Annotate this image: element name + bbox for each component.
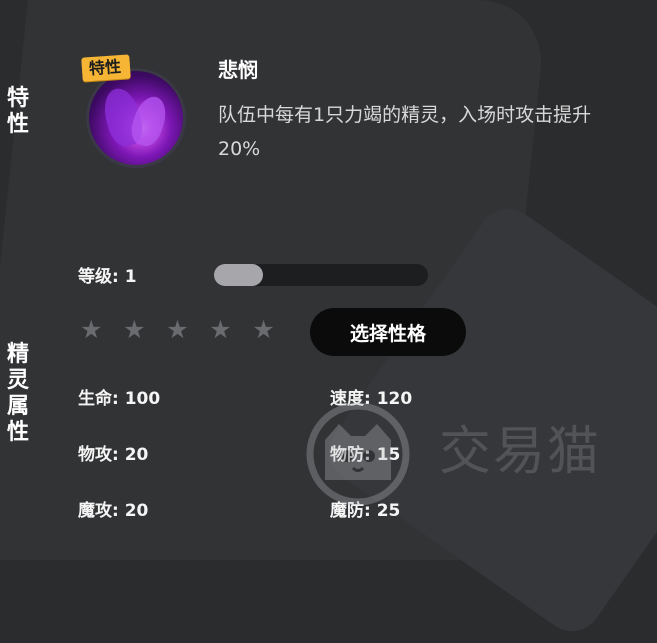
purple-flame-icon	[86, 68, 186, 168]
trait-description: 队伍中每有1只力竭的精灵，入场时攻击提升20%	[218, 104, 592, 160]
stat-magic-attack: 魔攻: 20	[78, 501, 149, 521]
stat-attack: 物攻: 20	[78, 445, 149, 465]
section-label-char: 性	[6, 112, 29, 137]
trait-icon-container: 特性	[81, 54, 190, 168]
level-progress-bar[interactable]	[214, 264, 428, 286]
watermark-text: 交易猫	[439, 422, 602, 482]
trait-badge: 特性	[81, 54, 131, 82]
watermark: 交易猫	[303, 398, 633, 508]
level-progress-fill	[214, 264, 264, 286]
level-label: 等级: 1	[78, 267, 137, 287]
section-label-char: 性	[6, 420, 29, 445]
star-icon[interactable]: ★	[209, 312, 235, 348]
star-icon[interactable]: ★	[80, 312, 106, 348]
section-label-attributes: 精 灵 属 性	[0, 342, 36, 446]
star-icon[interactable]: ★	[123, 312, 149, 348]
select-personality-button[interactable]: 选择性格	[310, 308, 466, 356]
cat-logo-icon	[306, 402, 410, 506]
star-rating: ★ ★ ★ ★ ★	[80, 312, 290, 348]
star-icon[interactable]: ★	[166, 312, 192, 348]
trait-name: 悲悯	[218, 58, 258, 82]
section-label-char: 灵	[6, 368, 29, 393]
section-label-trait: 特 性	[0, 86, 36, 138]
star-icon[interactable]: ★	[252, 312, 278, 348]
section-label-char: 精	[6, 342, 29, 367]
section-label-char: 特	[6, 86, 29, 111]
stat-hp: 生命: 100	[78, 389, 161, 409]
section-label-char: 属	[6, 394, 29, 419]
